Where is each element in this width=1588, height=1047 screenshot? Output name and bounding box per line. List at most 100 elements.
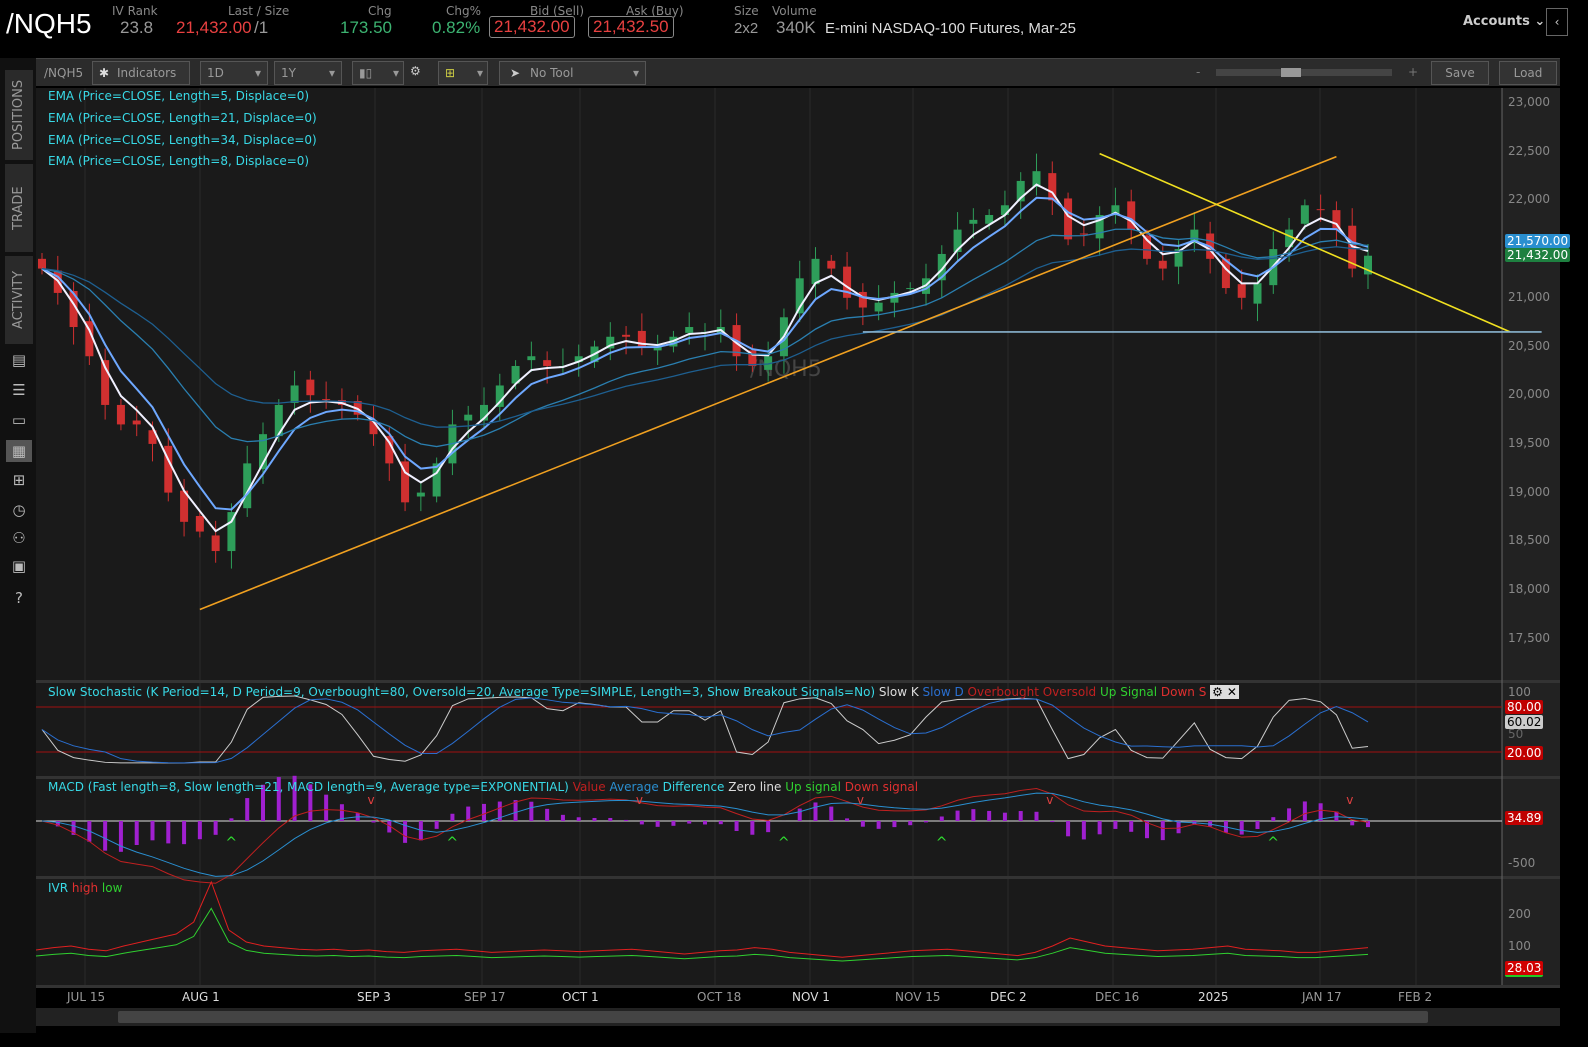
candle-body (969, 219, 978, 224)
macd-histogram-bar (671, 821, 676, 826)
macd-histogram-bar (197, 821, 202, 840)
candle-body (874, 302, 883, 312)
overbought-tag: 80.00 (1505, 700, 1544, 714)
macd-histogram-bar (1239, 821, 1244, 835)
macd-histogram-bar (150, 821, 155, 841)
macd-histogram-bar (229, 818, 234, 821)
scrollbar-thumb[interactable] (118, 1011, 1428, 1023)
macd-histogram-bar (608, 817, 613, 821)
up-signal-label: Up Signal (1099, 685, 1158, 699)
candle-body (211, 535, 220, 552)
macd-histogram-bar (1302, 801, 1307, 821)
candle-body (827, 260, 836, 269)
macd-up-arrow: ^ (446, 835, 458, 851)
down-signal-label: Down S (1160, 685, 1207, 699)
price-tick: 20,500 (1508, 338, 1550, 353)
close-study-icon[interactable]: ✕ (1224, 685, 1239, 699)
macd-value-label: Value (572, 780, 606, 794)
candle-body (464, 414, 473, 421)
date-tick: SEP 17 (464, 990, 506, 1004)
zero-line-label: Zero line (728, 780, 782, 794)
macd-tag: 34.89 (1505, 811, 1544, 825)
macd-histogram-bar (324, 794, 329, 821)
macd-histogram-bar (703, 821, 707, 825)
oversold-label: Oversold (1042, 685, 1097, 699)
ema-5-label[interactable]: EMA (Price=CLOSE, Length=5, Displace=0) (48, 89, 309, 103)
macd-histogram-bar (118, 821, 123, 852)
date-tick: NOV 15 (895, 990, 941, 1004)
macd-histogram-bar (845, 818, 850, 821)
study-settings-icon[interactable]: ⚙ (1210, 685, 1225, 699)
ema-34-label[interactable]: EMA (Price=CLOSE, Length=34, Displace=0) (48, 133, 317, 147)
macd-histogram-bar (860, 821, 865, 827)
price-tick: 21,000 (1508, 289, 1550, 304)
macd-histogram-bar (924, 821, 928, 823)
ivr-legend: IVR high low (48, 881, 122, 895)
pane-divider (36, 680, 1560, 683)
candle-body (1316, 209, 1325, 211)
pane-divider (36, 776, 1560, 779)
macd-histogram-bar (987, 810, 992, 821)
ivr-title[interactable]: IVR (48, 881, 68, 895)
macd-title[interactable]: MACD (Fast length=8, Slow length=21, MAC… (48, 780, 569, 794)
macd-histogram-bar (639, 821, 644, 825)
macd-histogram-bar (1113, 821, 1118, 829)
macd-legend: MACD (Fast length=8, Slow length=21, MAC… (48, 780, 918, 794)
date-tick: DEC 2 (990, 990, 1027, 1004)
candle-body (622, 334, 631, 337)
macd-histogram-bar (592, 817, 597, 821)
macd-histogram-bar (245, 798, 250, 821)
macd-histogram-bar (829, 806, 834, 821)
macd-histogram-bar (213, 821, 218, 835)
candle-body (306, 379, 315, 396)
macd-histogram-bar (687, 821, 692, 824)
pane-divider (36, 985, 1560, 988)
date-tick: NOV 1 (792, 990, 830, 1004)
candle-body (195, 515, 204, 532)
macd-down-arrow: v (1046, 793, 1053, 807)
candle-body (527, 356, 536, 361)
overbought-label: Overbought (967, 685, 1039, 699)
candle-body (1300, 205, 1309, 224)
macd-histogram-bar (482, 803, 486, 821)
macd-histogram-bar (1350, 821, 1355, 826)
date-tick: OCT 18 (697, 990, 742, 1004)
macd-down-arrow: v (368, 793, 375, 807)
date-tick: JAN 17 (1302, 990, 1342, 1004)
macd-histogram-bar (1097, 821, 1102, 835)
stochastic-title[interactable]: Slow Stochastic (K Period=14, D Period=9… (48, 685, 875, 699)
macd-average-label: Average (609, 780, 659, 794)
macd-up-arrow: ^ (1267, 835, 1279, 851)
ivr-axis-100: 100 (1508, 939, 1531, 953)
price-tick: 23,000 (1508, 95, 1550, 109)
date-tick: SEP 3 (357, 990, 391, 1004)
price-tick: 19,500 (1508, 435, 1550, 450)
date-tick: OCT 1 (562, 990, 599, 1004)
candle-body (1079, 233, 1088, 235)
ema-8-label[interactable]: EMA (Price=CLOSE, Length=8, Displace=0) (48, 154, 309, 168)
macd-histogram-bar (750, 821, 755, 835)
macd-histogram-bar (403, 821, 408, 843)
macd-down-arrow: v (636, 793, 643, 807)
macd-histogram-bar (450, 813, 455, 821)
macd-histogram-bar (529, 801, 534, 821)
macd-histogram-bar (166, 821, 171, 844)
macd-difference-label: Difference (662, 780, 725, 794)
candle-body (38, 258, 46, 269)
macd-histogram-bar (734, 821, 739, 831)
macd-histogram-bar (103, 821, 108, 851)
date-tick: 2025 (1198, 990, 1229, 1004)
macd-histogram-bar (1255, 821, 1260, 830)
macd-histogram-bar (1002, 812, 1007, 821)
macd-histogram-bar (434, 821, 439, 829)
macd-histogram-bar (1129, 821, 1134, 832)
ema-21-label[interactable]: EMA (Price=CLOSE, Length=21, Displace=0) (48, 111, 317, 125)
price-tick: 20,000 (1508, 387, 1550, 402)
macd-histogram-bar (1066, 821, 1071, 837)
candle-body (1064, 198, 1073, 240)
macd-histogram-bar (576, 817, 581, 821)
macd-histogram-bar (624, 819, 629, 821)
candle-body (1253, 283, 1262, 304)
macd-histogram-bar (797, 808, 802, 821)
macd-histogram-bar (134, 821, 139, 846)
